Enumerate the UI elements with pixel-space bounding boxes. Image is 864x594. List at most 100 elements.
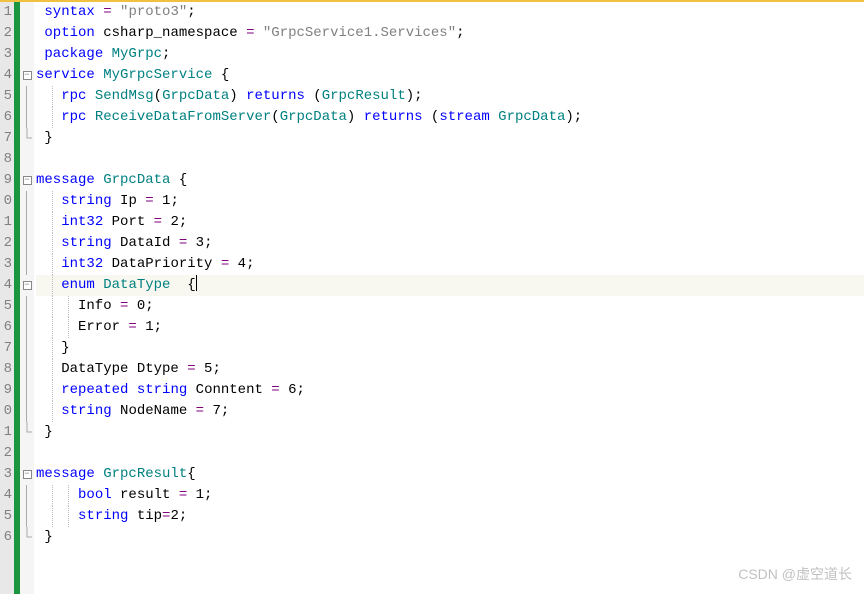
code-token bbox=[36, 277, 61, 293]
code-token bbox=[36, 235, 61, 251]
code-line[interactable]: } bbox=[36, 422, 864, 443]
code-token bbox=[254, 25, 262, 41]
code-token bbox=[103, 46, 111, 62]
code-token: MyGrpcService bbox=[103, 67, 212, 83]
code-line[interactable]: } bbox=[36, 527, 864, 548]
code-token: ( bbox=[423, 109, 440, 125]
fold-toggle[interactable]: − bbox=[20, 275, 34, 296]
line-number: 3 bbox=[2, 464, 12, 485]
code-token: 4; bbox=[229, 256, 254, 272]
code-token: ; bbox=[162, 46, 170, 62]
code-token bbox=[36, 508, 78, 524]
code-token: 1; bbox=[137, 319, 162, 335]
code-line[interactable]: rpc ReceiveDataFromServer(GrpcData) retu… bbox=[36, 107, 864, 128]
fold-toggle bbox=[20, 2, 34, 23]
code-line[interactable]: string NodeName = 7; bbox=[36, 401, 864, 422]
fold-toggle bbox=[20, 380, 34, 401]
code-token bbox=[86, 88, 94, 104]
code-token: 7; bbox=[204, 403, 229, 419]
code-line[interactable]: int32 Port = 2; bbox=[36, 212, 864, 233]
code-line[interactable]: message GrpcResult{ bbox=[36, 464, 864, 485]
code-token: } bbox=[36, 529, 53, 545]
line-number: 6 bbox=[2, 107, 12, 128]
fold-toggle bbox=[20, 527, 34, 548]
code-token: { bbox=[212, 67, 229, 83]
code-line[interactable]: rpc SendMsg(GrpcData) returns (GrpcResul… bbox=[36, 86, 864, 107]
fold-toggle bbox=[20, 296, 34, 317]
code-token: returns bbox=[364, 109, 423, 125]
code-line[interactable] bbox=[36, 443, 864, 464]
line-number: 0 bbox=[2, 401, 12, 422]
code-token: "proto3" bbox=[120, 4, 187, 20]
code-token: repeated bbox=[61, 382, 128, 398]
fold-toggle bbox=[20, 86, 34, 107]
code-line[interactable]: } bbox=[36, 128, 864, 149]
code-line[interactable]: } bbox=[36, 338, 864, 359]
code-line[interactable]: syntax = "proto3"; bbox=[36, 2, 864, 23]
code-line[interactable]: Info = 0; bbox=[36, 296, 864, 317]
line-number: 8 bbox=[2, 149, 12, 170]
code-line[interactable] bbox=[36, 149, 864, 170]
code-line[interactable]: package MyGrpc; bbox=[36, 44, 864, 65]
code-line[interactable]: service MyGrpcService { bbox=[36, 65, 864, 86]
fold-toggle bbox=[20, 317, 34, 338]
fold-toggle bbox=[20, 128, 34, 149]
code-token: rpc bbox=[61, 109, 86, 125]
code-line[interactable]: Error = 1; bbox=[36, 317, 864, 338]
fold-toggle bbox=[20, 149, 34, 170]
code-token: string bbox=[61, 235, 111, 251]
code-token: Port bbox=[103, 214, 153, 230]
code-token: option bbox=[44, 25, 94, 41]
code-token: 0; bbox=[128, 298, 153, 314]
fold-toggle bbox=[20, 443, 34, 464]
fold-toggle bbox=[20, 254, 34, 275]
code-token: Conntent bbox=[187, 382, 271, 398]
code-editor[interactable]: 12345678901234567890123456 −−−− syntax =… bbox=[0, 0, 864, 594]
line-number: 2 bbox=[2, 233, 12, 254]
gutter: 12345678901234567890123456 −−−− bbox=[0, 2, 34, 594]
code-token: 5; bbox=[196, 361, 221, 377]
fold-column[interactable]: − − − − bbox=[20, 2, 34, 594]
line-number: 3 bbox=[2, 254, 12, 275]
code-token: result bbox=[112, 487, 179, 503]
line-number: 5 bbox=[2, 506, 12, 527]
code-token: string bbox=[78, 508, 128, 524]
code-token: 3; bbox=[187, 235, 212, 251]
fold-toggle[interactable]: − bbox=[20, 464, 34, 485]
code-token bbox=[36, 256, 61, 272]
fold-toggle[interactable]: − bbox=[20, 170, 34, 191]
code-token: = bbox=[103, 4, 111, 20]
code-token bbox=[36, 403, 61, 419]
code-token bbox=[95, 4, 103, 20]
line-number: 4 bbox=[2, 275, 12, 296]
code-token: 1; bbox=[154, 193, 179, 209]
code-line[interactable]: string tip=2; bbox=[36, 506, 864, 527]
fold-toggle bbox=[20, 44, 34, 65]
code-line[interactable]: enum DataType { bbox=[36, 275, 864, 296]
fold-toggle bbox=[20, 359, 34, 380]
code-line[interactable]: int32 DataPriority = 4; bbox=[36, 254, 864, 275]
code-token bbox=[36, 193, 61, 209]
code-token: ); bbox=[565, 109, 582, 125]
code-area[interactable]: syntax = "proto3"; option csharp_namespa… bbox=[34, 2, 864, 594]
code-line[interactable]: option csharp_namespace = "GrpcService1.… bbox=[36, 23, 864, 44]
code-token: MyGrpc bbox=[112, 46, 162, 62]
fold-toggle bbox=[20, 191, 34, 212]
code-line[interactable]: message GrpcData { bbox=[36, 170, 864, 191]
code-token: = bbox=[179, 235, 187, 251]
code-line[interactable]: bool result = 1; bbox=[36, 485, 864, 506]
code-token: DataId bbox=[112, 235, 179, 251]
code-token: Error bbox=[36, 319, 128, 335]
code-token bbox=[36, 382, 61, 398]
fold-toggle bbox=[20, 422, 34, 443]
code-token bbox=[95, 466, 103, 482]
code-line[interactable]: repeated string Conntent = 6; bbox=[36, 380, 864, 401]
code-token: = bbox=[187, 361, 195, 377]
code-token: = bbox=[179, 487, 187, 503]
line-number: 1 bbox=[2, 2, 12, 23]
fold-toggle[interactable]: − bbox=[20, 65, 34, 86]
code-line[interactable]: string DataId = 3; bbox=[36, 233, 864, 254]
line-number: 4 bbox=[2, 65, 12, 86]
code-line[interactable]: DataType Dtype = 5; bbox=[36, 359, 864, 380]
code-line[interactable]: string Ip = 1; bbox=[36, 191, 864, 212]
